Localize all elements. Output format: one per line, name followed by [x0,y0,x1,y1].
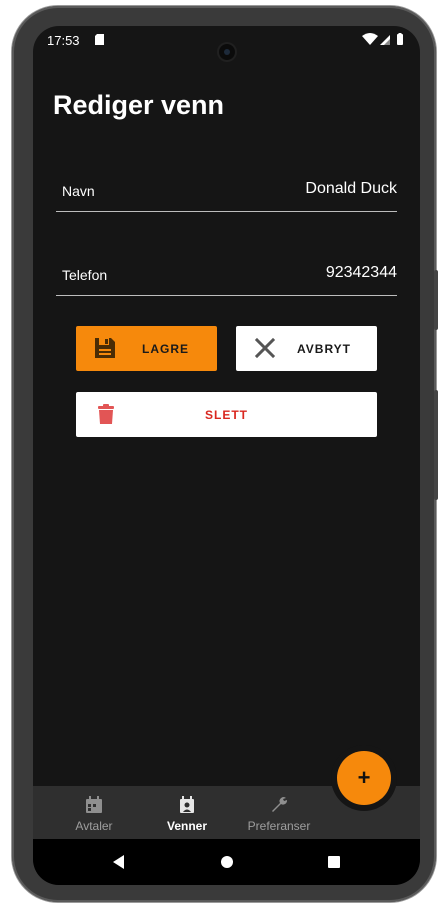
front-camera [219,44,235,60]
status-time: 17:53 [47,33,80,48]
phone-field[interactable]: Telefon [56,255,397,296]
name-input[interactable] [197,180,397,198]
nav-item-avtaler-label: Avtaler [75,819,113,833]
sd-card-icon [95,34,104,45]
nav-item-venner[interactable]: Venner [147,786,227,839]
name-field[interactable]: Navn [56,171,397,212]
back-icon[interactable] [109,852,129,872]
cancel-button-label: AVBRYT [297,342,351,356]
people-icon [180,796,194,813]
system-nav-bar [33,839,420,885]
home-icon[interactable] [217,852,237,872]
wrench-icon [272,797,288,812]
cancel-button[interactable]: AVBRYT [236,326,377,371]
calendar-icon [86,796,102,813]
status-icons [362,33,403,45]
add-friend-fab[interactable]: + [337,751,391,805]
close-icon [254,337,276,359]
wifi-icon [362,33,378,45]
save-button-label: LAGRE [142,342,189,356]
recents-icon[interactable] [324,852,344,872]
nav-item-avtaler[interactable]: Avtaler [54,786,134,839]
plus-icon: + [357,765,371,790]
delete-button-label: SLETT [205,408,248,422]
app-screen: 17:53 Rediger venn Navn Telefon LAGRE [33,26,420,885]
nav-item-preferanser-label: Preferanser [247,819,311,833]
signal-icon [380,35,390,45]
name-field-label: Navn [62,183,95,199]
phone-side-button [434,270,438,330]
nav-item-venner-label: Venner [166,819,208,833]
battery-icon [397,33,403,45]
phone-field-label: Telefon [62,267,108,283]
save-button[interactable]: LAGRE [76,326,217,371]
phone-input[interactable] [197,264,397,282]
phone-side-button [434,390,438,500]
delete-button[interactable]: SLETT [76,392,377,437]
floppy-disk-icon [95,338,115,358]
nav-item-preferanser[interactable]: Preferanser [239,786,319,839]
page-title: Rediger venn [53,90,225,120]
